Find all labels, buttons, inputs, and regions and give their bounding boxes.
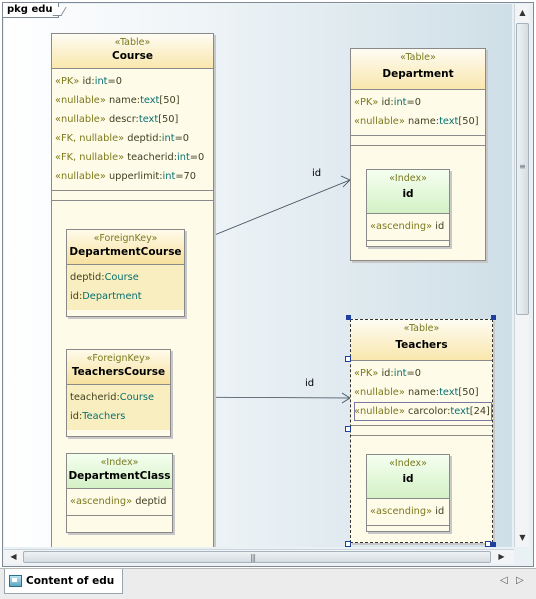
teachers-attr-carcolor[interactable]: «nullable» carcolor:text[24] xyxy=(354,402,492,421)
course-attr-upperlimit[interactable]: «nullable» upperlimit:int=70 xyxy=(55,167,213,186)
course-attr-deptid[interactable]: «FK, nullable» deptid:int=0 xyxy=(55,129,213,148)
table-department-name: Department xyxy=(382,68,454,80)
table-course-header: «Table» Course xyxy=(52,34,213,69)
fk-teachers-course-attr-id[interactable]: id:Teachers xyxy=(70,407,170,426)
scroll-up-icon[interactable]: ▲ xyxy=(515,6,530,20)
fk-department-course-attr-deptid[interactable]: deptid:Course xyxy=(70,268,184,287)
diagram-icon xyxy=(9,575,22,587)
fk-teachers-course-stereotype: «ForeignKey» xyxy=(86,353,151,364)
course-attr-name[interactable]: «nullable» name:text[50] xyxy=(55,91,213,110)
index-department-id[interactable]: «Index» id «ascending» id xyxy=(366,169,450,247)
index-teachers-id-stereotype: «Index» xyxy=(389,458,427,469)
table-course-name: Course xyxy=(112,50,153,62)
index-department-id-stereotype: «Index» xyxy=(389,173,427,184)
edge-label-teachers: id xyxy=(305,378,315,389)
index-teachers-id-attr[interactable]: «ascending» id xyxy=(370,502,449,521)
teachers-attr-name[interactable]: «nullable» name:text[50] xyxy=(354,383,492,402)
fk-department-course[interactable]: «ForeignKey» DepartmentCourse deptid:Cou… xyxy=(66,229,185,317)
scroll-right-icon[interactable]: ▶ xyxy=(494,550,509,564)
fk-department-course-stereotype: «ForeignKey» xyxy=(93,233,158,244)
table-teachers-stereotype: «Table» xyxy=(403,323,440,334)
horizontal-scroll-thumb[interactable]: ||| xyxy=(23,551,491,563)
index-department-class-attr[interactable]: «ascending» deptid xyxy=(70,492,172,511)
fk-department-course-name: DepartmentCourse xyxy=(69,246,182,258)
edge-label-department: id xyxy=(312,168,322,179)
table-department-stereotype: «Table» xyxy=(400,52,436,63)
tab-next-icon[interactable]: ▷ xyxy=(516,575,524,586)
horizontal-grip-icon: ||| xyxy=(250,553,256,562)
selection-handle-top-right[interactable] xyxy=(491,315,496,320)
table-department-header: «Table» Department xyxy=(351,49,485,90)
index-department-class[interactable]: «Index» DepartmentClass «ascending» dept… xyxy=(66,453,173,533)
index-department-class-attributes: «ascending» deptid xyxy=(67,489,172,516)
department-attr-id[interactable]: «PK» id:int=0 xyxy=(354,93,485,112)
index-teachers-id-attributes: «ascending» id xyxy=(367,499,449,526)
table-teachers-attributes: «PK» id:int=0 «nullable» name:text[50] «… xyxy=(351,361,492,426)
fk-department-course-header: «ForeignKey» DepartmentCourse xyxy=(67,230,184,265)
index-teachers-id[interactable]: «Index» id «ascending» id xyxy=(366,454,450,532)
selection-handle-top-left[interactable] xyxy=(346,315,351,320)
index-teachers-id-name: id xyxy=(402,473,414,485)
index-department-id-attr[interactable]: «ascending» id xyxy=(370,217,449,236)
index-department-class-footer xyxy=(67,516,172,522)
vertical-grip-icon: ≡ xyxy=(519,162,526,171)
package-tab: pkg edu xyxy=(3,3,59,18)
fk-teachers-course-name: TeachersCourse xyxy=(71,366,166,378)
index-department-id-header: «Index» id xyxy=(367,170,449,214)
fk-teachers-course[interactable]: «ForeignKey» TeachersCourse teacherid:Co… xyxy=(66,349,171,437)
fk-department-course-attributes: deptid:Course id:Department xyxy=(67,265,184,310)
diagram-frame: pkg edu id id «Table» Course «PK» id:int… xyxy=(2,2,534,567)
index-teachers-id-header: «Index» id xyxy=(367,455,449,499)
fk-department-course-attr-id[interactable]: id:Department xyxy=(70,287,184,306)
fk-teachers-course-attributes: teacherid:Course id:Teachers xyxy=(67,385,170,430)
fk-teachers-course-attr-teacherid[interactable]: teacherid:Course xyxy=(70,388,170,407)
index-department-id-attributes: «ascending» id xyxy=(367,214,449,241)
table-teachers-header: «Table» Teachers xyxy=(351,320,492,361)
tab-prev-icon[interactable]: ◁ xyxy=(500,575,508,586)
course-attr-descr[interactable]: «nullable» descr:text[50] xyxy=(55,110,213,129)
table-course-operations xyxy=(52,191,213,201)
table-teachers-operations xyxy=(351,426,492,436)
selection-handle-bottom-corner[interactable] xyxy=(491,542,496,547)
course-attr-teacherid[interactable]: «FK, nullable» teacherid:int=0 xyxy=(55,148,213,167)
horizontal-scrollbar[interactable]: ◀ ||| ▶ xyxy=(4,549,514,564)
selection-handle-left-lower[interactable] xyxy=(345,426,351,432)
index-department-class-name: DepartmentClass xyxy=(68,470,171,482)
selection-handle-left-upper[interactable] xyxy=(345,356,351,362)
index-department-id-name: id xyxy=(402,188,414,200)
table-teachers-name: Teachers xyxy=(395,339,448,351)
course-attr-id[interactable]: «PK» id:int=0 xyxy=(55,72,213,91)
fk-teachers-course-header: «ForeignKey» TeachersCourse xyxy=(67,350,170,385)
vertical-scrollbar[interactable]: ▲ ≡ ▼ xyxy=(514,4,529,547)
table-course-stereotype: «Table» xyxy=(114,37,151,48)
vertical-scroll-thumb[interactable]: ≡ xyxy=(516,23,529,315)
document-tab-bar: Content of edu ◁ ▷ xyxy=(0,568,536,599)
index-department-class-stereotype: «Index» xyxy=(100,457,139,468)
tab-content-of-edu-label: Content of edu xyxy=(26,575,115,587)
diagram-canvas[interactable]: id id «Table» Course «PK» id:int=0 «null… xyxy=(4,4,512,547)
scroll-down-icon[interactable]: ▼ xyxy=(515,531,530,545)
scroll-left-icon[interactable]: ◀ xyxy=(6,550,21,564)
table-course-attributes: «PK» id:int=0 «nullable» name:text[50] «… xyxy=(52,69,213,191)
department-attr-name[interactable]: «nullable» name:text[50] xyxy=(354,112,485,131)
table-department-operations xyxy=(351,136,485,146)
tab-content-of-edu[interactable]: Content of edu xyxy=(4,569,124,594)
teachers-attr-id[interactable]: «PK» id:int=0 xyxy=(354,364,492,383)
table-department-attributes: «PK» id:int=0 «nullable» name:text[50] xyxy=(351,90,485,136)
selection-handle-bottom-left[interactable] xyxy=(345,541,351,547)
index-department-class-header: «Index» DepartmentClass xyxy=(67,454,172,489)
